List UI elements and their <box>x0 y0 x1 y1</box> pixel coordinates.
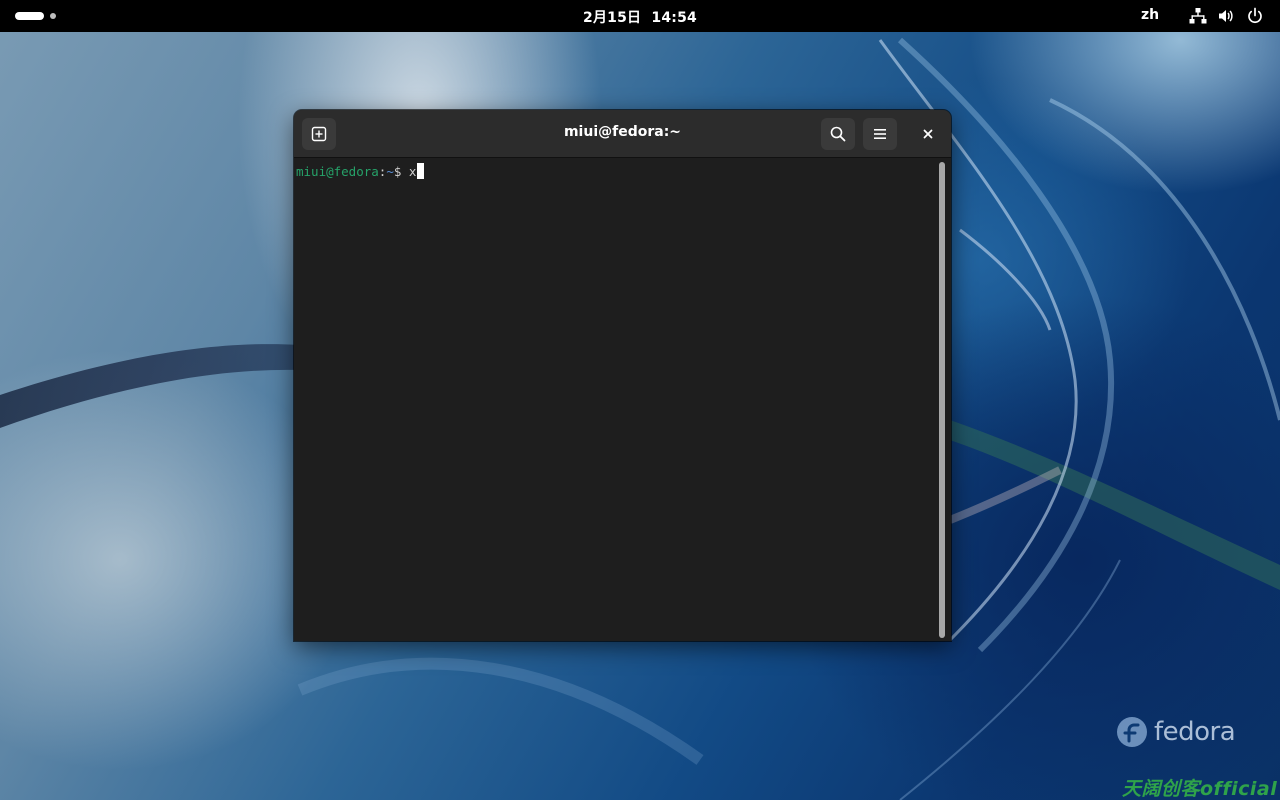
main-menu-button[interactable] <box>863 118 897 150</box>
text-cursor <box>417 163 425 179</box>
watermark-text: 天阔创客official <box>1122 778 1278 800</box>
menu-icon <box>874 129 886 139</box>
search-button[interactable] <box>821 118 855 150</box>
prompt-user: miui@fedora <box>296 164 379 179</box>
power-icon[interactable] <box>1246 7 1264 25</box>
clock-date: 2月15日 <box>583 10 642 26</box>
clock[interactable]: 2月15日 14:54 <box>0 7 1280 27</box>
clock-time: 14:54 <box>651 10 697 26</box>
prompt-path: ~ <box>386 164 394 179</box>
network-icon[interactable] <box>1189 7 1207 25</box>
close-button[interactable] <box>917 123 939 145</box>
close-icon <box>923 129 933 139</box>
typed-command: x <box>408 164 417 179</box>
top-bar: 2月15日 14:54 zh <box>0 0 1280 32</box>
terminal-headerbar[interactable]: miui@fedora:~ <box>294 110 951 158</box>
volume-icon[interactable] <box>1217 7 1235 25</box>
scrollbar[interactable] <box>937 162 947 638</box>
prompt-line: miui@fedora:~$ x <box>296 163 425 179</box>
terminal-content[interactable]: miui@fedora:~$ x <box>294 158 951 641</box>
search-icon <box>830 126 846 142</box>
fedora-logo-text: fedora <box>1154 717 1236 747</box>
terminal-window[interactable]: miui@fedora:~ miui@fedora:~$ x <box>294 110 951 641</box>
fedora-icon <box>1117 717 1147 747</box>
scrollbar-thumb[interactable] <box>939 162 945 638</box>
input-language-indicator[interactable]: zh <box>1138 7 1162 23</box>
fedora-logo: fedora <box>1116 716 1236 748</box>
prompt-symbol: $ <box>393 164 409 179</box>
